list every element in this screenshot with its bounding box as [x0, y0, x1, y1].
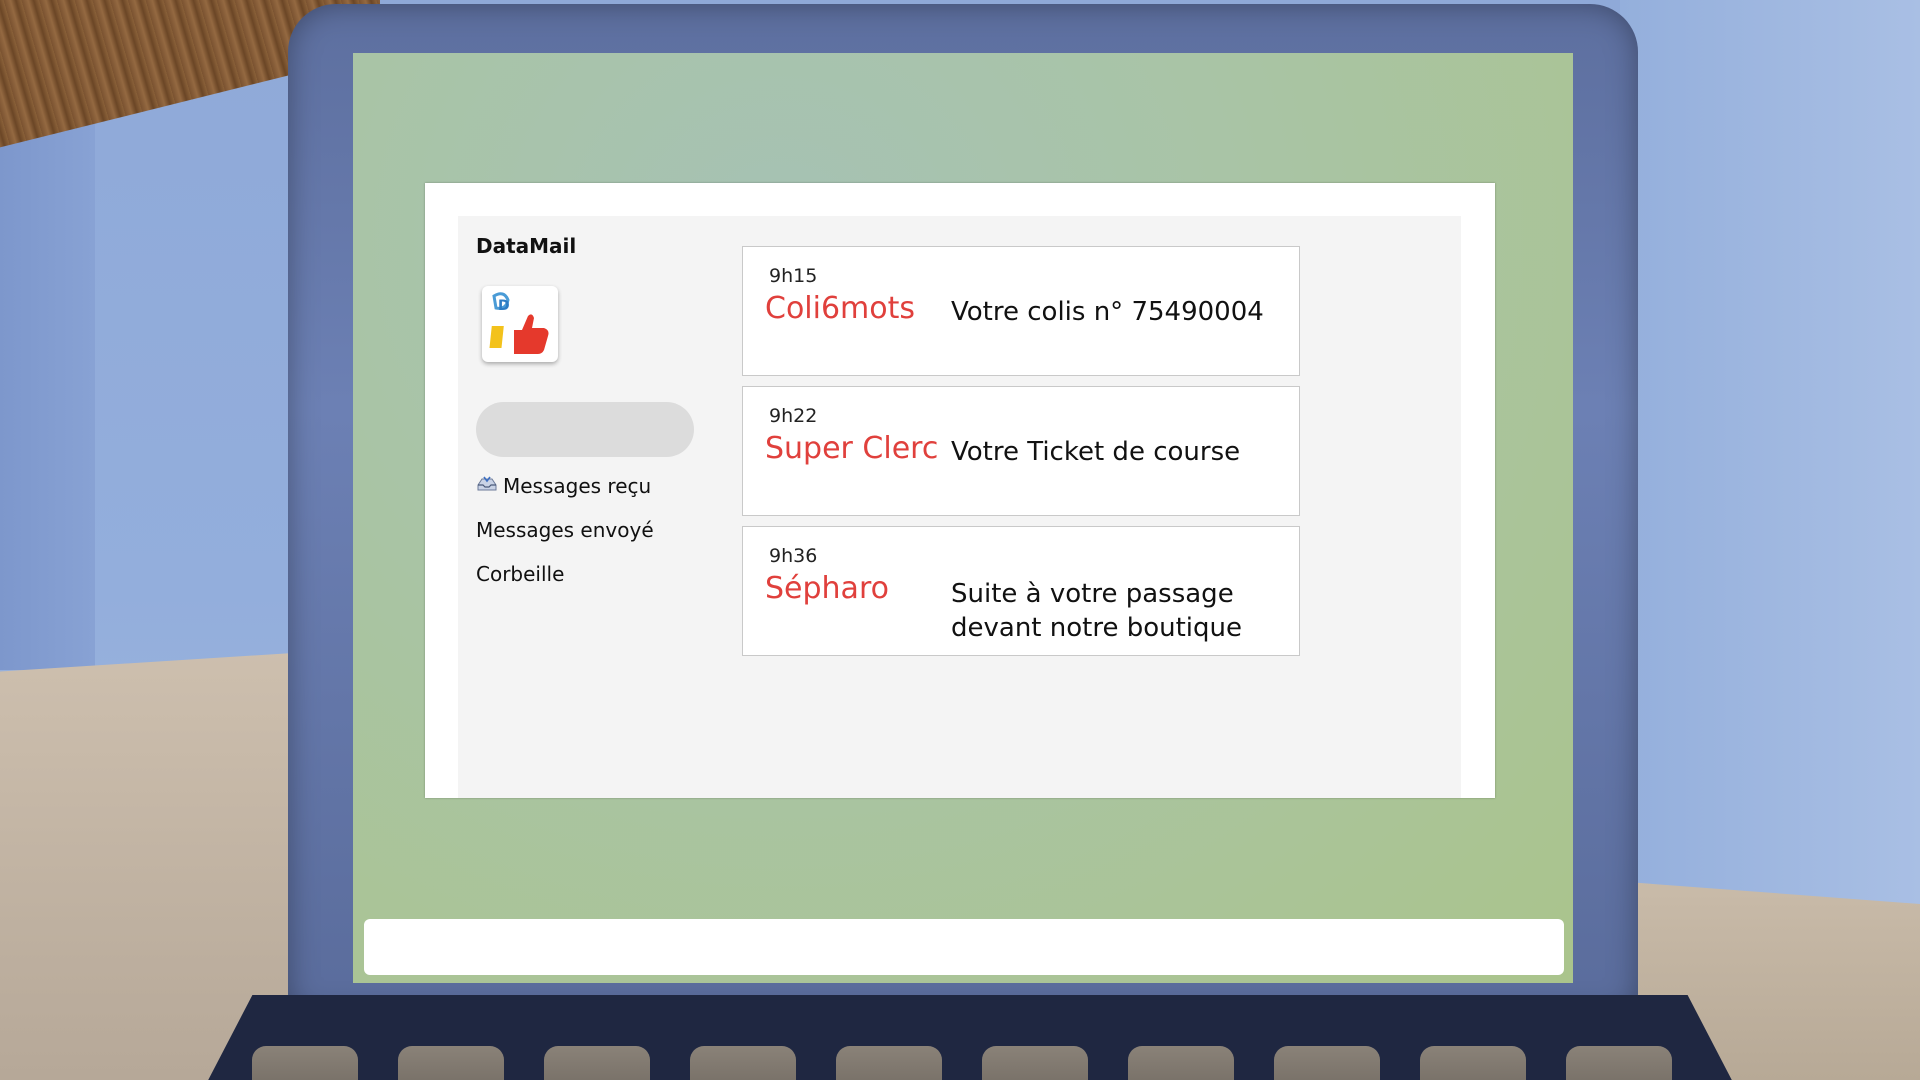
thumbs-up-logo-icon: D — [482, 286, 558, 362]
sidebar: DataMail D Messages reçu Messages envoyé… — [476, 234, 696, 774]
app-title: DataMail — [476, 234, 577, 258]
nav-item-sent[interactable]: Messages envoyé — [476, 518, 654, 562]
datamail-content: DataMail D Messages reçu Messages envoyé… — [458, 216, 1461, 798]
message-time: 9h22 — [769, 405, 818, 427]
message-subject: Votre Ticket de course — [951, 437, 1241, 467]
nav-item-sent-label: Messages envoyé — [476, 518, 654, 542]
inbox-tray-icon — [476, 474, 498, 494]
message-list: 9h15 Coli6mots Votre colis n° 75490004 9… — [742, 246, 1302, 666]
message-subject: Suite à votre passage devant notre bouti… — [951, 579, 1243, 643]
keyboard-key — [836, 1046, 942, 1080]
keyboard-key — [982, 1046, 1088, 1080]
nav-item-inbox[interactable]: Messages reçu — [476, 474, 654, 518]
keyboard-key — [398, 1046, 504, 1080]
message-time: 9h15 — [769, 265, 818, 287]
message-sender: Super Clerc — [765, 431, 939, 466]
datamail-window: DataMail D Messages reçu Messages envoyé… — [425, 183, 1495, 798]
message-time: 9h36 — [769, 545, 818, 567]
svg-text:D: D — [498, 298, 510, 314]
keyboard-key — [1566, 1046, 1672, 1080]
message-item[interactable]: 9h22 Super Clerc Votre Ticket de course — [742, 386, 1300, 516]
keyboard-key — [1274, 1046, 1380, 1080]
keyboard-key — [252, 1046, 358, 1080]
nav-item-trash[interactable]: Corbeille — [476, 562, 654, 606]
message-sender: Sépharo — [765, 571, 889, 606]
nav-item-trash-label: Corbeille — [476, 562, 565, 586]
monitor-screen: DataMail D Messages reçu Messages envoyé… — [353, 53, 1573, 983]
keyboard-key — [544, 1046, 650, 1080]
search-input[interactable] — [476, 402, 694, 457]
message-subject: Votre colis n° 75490004 — [951, 297, 1264, 327]
taskbar[interactable] — [364, 919, 1564, 975]
message-item[interactable]: 9h15 Coli6mots Votre colis n° 75490004 — [742, 246, 1300, 376]
keyboard-key — [1128, 1046, 1234, 1080]
keyboard-key — [1420, 1046, 1526, 1080]
keyboard-key — [690, 1046, 796, 1080]
nav-item-inbox-label: Messages reçu — [503, 474, 652, 498]
nav-menu: Messages reçu Messages envoyé Corbeille — [476, 474, 654, 606]
message-sender: Coli6mots — [765, 291, 916, 326]
thumbs-up-logo-icon-svg: D — [489, 292, 549, 354]
game-scene: DataMail D Messages reçu Messages envoyé… — [0, 0, 1920, 1080]
message-item[interactable]: 9h36 Sépharo Suite à votre passage devan… — [742, 526, 1300, 656]
